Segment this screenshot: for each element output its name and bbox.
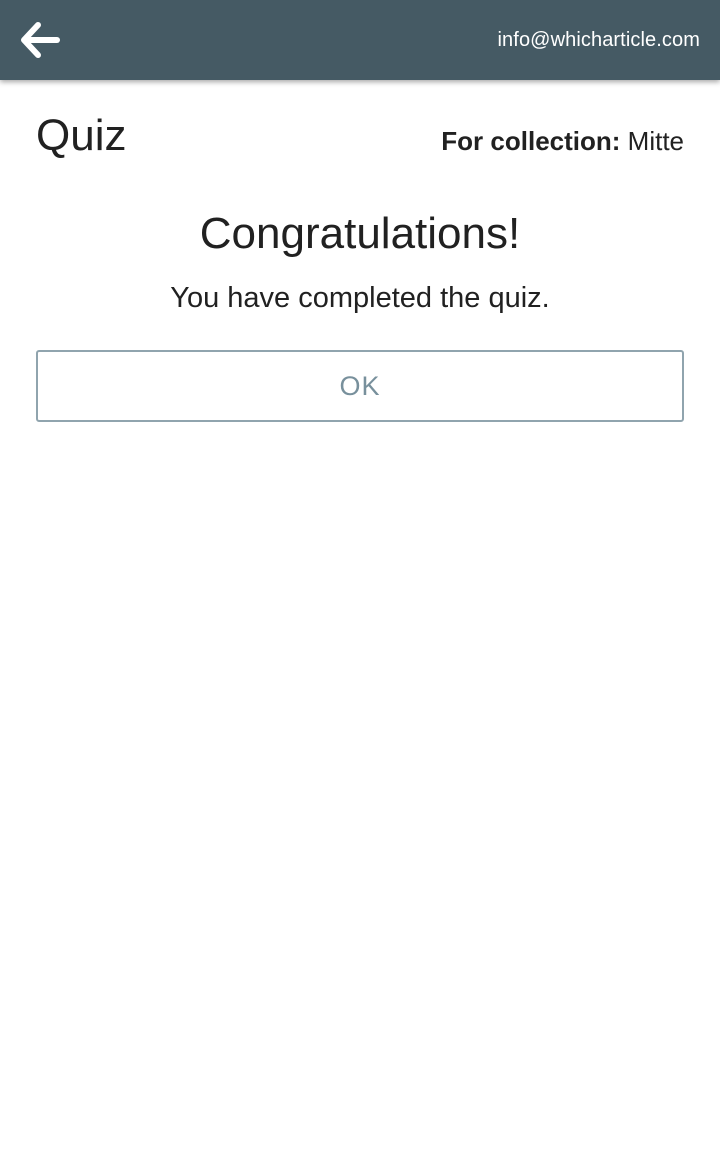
page-title: Quiz <box>36 111 127 160</box>
collection-label: For collection: <box>441 126 621 156</box>
collection-info: For collection: Mitte <box>441 124 684 158</box>
contact-email-link[interactable]: info@whicharticle.com <box>498 29 700 52</box>
app-bar: info@whicharticle.com <box>0 0 720 80</box>
congratulations-heading: Congratulations! <box>199 209 521 258</box>
ok-button-label: OK <box>339 370 381 401</box>
arrow-left-icon <box>20 22 60 58</box>
title-row: Quiz For collection: Mitte <box>36 80 684 190</box>
collection-name: Mitte <box>627 126 684 156</box>
completion-message: You have completed the quiz. <box>170 282 550 314</box>
back-button[interactable] <box>18 18 62 62</box>
ok-button[interactable]: OK <box>36 350 684 422</box>
main-content: Quiz For collection: Mitte Congratulatio… <box>36 80 684 422</box>
